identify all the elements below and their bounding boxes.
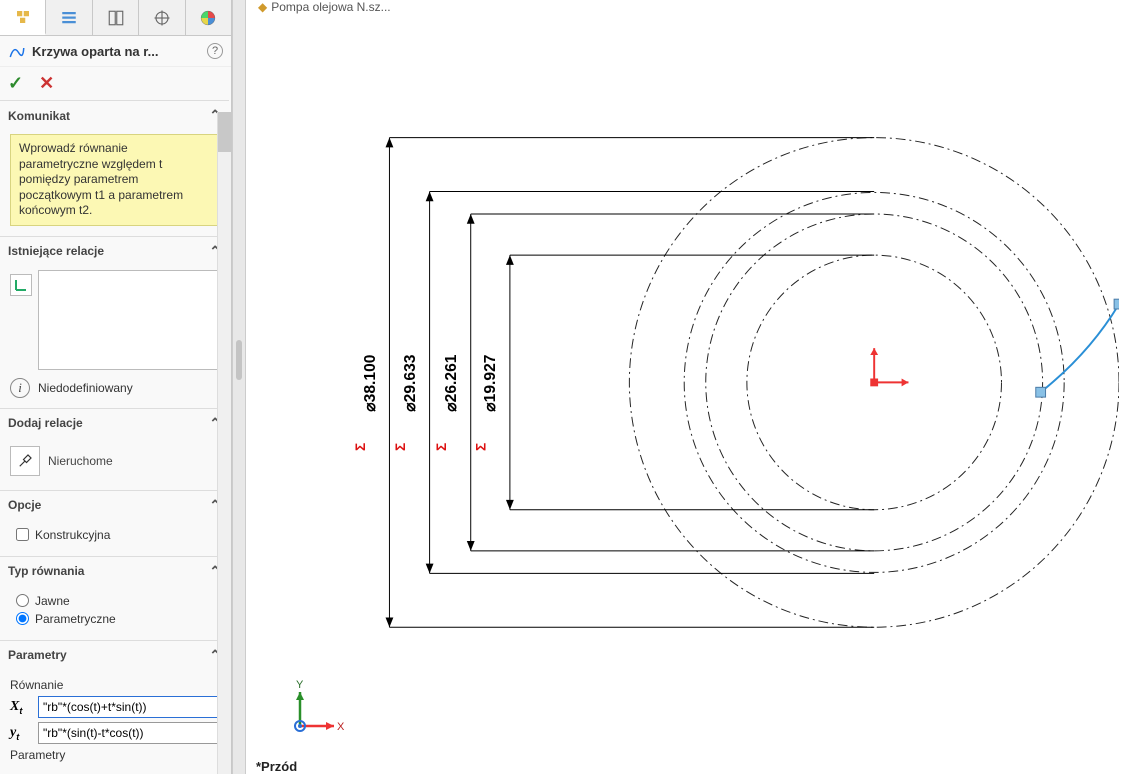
- section-head-params[interactable]: Parametry ⌃: [0, 641, 229, 670]
- help-icon[interactable]: ?: [207, 43, 223, 59]
- definition-status: Niedodefiniowany: [38, 381, 133, 395]
- x-equation-input[interactable]: [38, 696, 219, 718]
- tab-config-mgr[interactable]: [93, 0, 139, 35]
- explicit-label[interactable]: Jawne: [35, 594, 70, 608]
- tab-appearance[interactable]: [186, 0, 231, 35]
- panel-title: Krzywa oparta na r...: [32, 44, 207, 59]
- y-equation-input[interactable]: [38, 722, 219, 744]
- section-label: Parametry: [8, 648, 67, 662]
- dimension-d2[interactable]: ⌀29.633 Σ: [393, 191, 433, 573]
- existing-relations-list[interactable]: [38, 270, 219, 370]
- section-head-existing[interactable]: Istniejące relacje ⌃: [0, 237, 229, 266]
- dimension-d4[interactable]: ⌀19.927 Σ: [473, 255, 513, 510]
- panel-splitter[interactable]: [232, 0, 246, 774]
- fix-relation-label: Nieruchome: [48, 454, 113, 468]
- sketch-view: ⌀38.100 Σ ⌀29.633 Σ ⌀26.261 Σ: [316, 110, 1119, 694]
- curve-equation-icon: [8, 42, 26, 60]
- svg-text:⌀29.633: ⌀29.633: [402, 354, 419, 412]
- svg-text:Σ: Σ: [473, 443, 488, 451]
- section-eq-type: Typ równania ⌃ Jawne Parametryczne: [0, 556, 229, 640]
- relation-type-icon: [10, 274, 32, 296]
- equation-curve[interactable]: [1036, 299, 1119, 397]
- section-label: Istniejące relacje: [8, 244, 104, 258]
- part-icon: ◆: [258, 0, 267, 14]
- document-title: ◆ Pompa olejowa N.sz...: [258, 0, 391, 14]
- parametric-radio[interactable]: [16, 612, 29, 625]
- svg-text:Σ: Σ: [353, 443, 368, 451]
- dimension-d1[interactable]: ⌀38.100 Σ: [353, 138, 393, 628]
- view-name-label: *Przód: [256, 759, 297, 774]
- section-label: Komunikat: [8, 109, 70, 123]
- panel-title-row: Krzywa oparta na r... ?: [0, 36, 231, 67]
- sketch-origin: [870, 348, 908, 386]
- section-message: Komunikat ⌃ Wprowadź równanie parametryc…: [0, 100, 229, 236]
- construction-label[interactable]: Konstrukcyjna: [35, 528, 110, 542]
- fix-relation-button[interactable]: [10, 446, 40, 476]
- dimension-d3[interactable]: ⌀26.261 Σ: [434, 214, 474, 551]
- construction-checkbox[interactable]: [16, 528, 29, 541]
- svg-text:⌀38.100: ⌀38.100: [362, 354, 379, 412]
- tab-feature-tree[interactable]: [0, 0, 46, 35]
- svg-text:Σ: Σ: [393, 443, 408, 451]
- view-triad: X Y: [286, 680, 346, 740]
- section-options: Opcje ⌃ Konstrukcyjna: [0, 490, 229, 556]
- panel-scroll[interactable]: Komunikat ⌃ Wprowadź równanie parametryc…: [0, 100, 231, 774]
- svg-text:Σ: Σ: [434, 443, 449, 451]
- tab-property-mgr[interactable]: [46, 0, 92, 35]
- panel-scrollbar[interactable]: [217, 112, 231, 774]
- section-label: Dodaj relacje: [8, 416, 83, 430]
- panel-actions: ✓ ✕: [0, 67, 231, 100]
- info-icon: i: [10, 378, 30, 398]
- section-head-message[interactable]: Komunikat ⌃: [0, 101, 229, 130]
- section-head-options[interactable]: Opcje ⌃: [0, 491, 229, 520]
- graphics-viewport[interactable]: ◆ Pompa olejowa N.sz...: [246, 0, 1129, 774]
- message-box: Wprowadź równanie parametryczne względem…: [10, 134, 219, 226]
- property-panel: Krzywa oparta na r... ? ✓ ✕ Komunikat ⌃ …: [0, 0, 232, 774]
- section-label: Opcje: [8, 498, 41, 512]
- svg-text:Y: Y: [296, 680, 304, 691]
- section-label: Typ równania: [8, 564, 84, 578]
- section-head-eq-type[interactable]: Typ równania ⌃: [0, 557, 229, 586]
- section-head-add-rel[interactable]: Dodaj relacje ⌃: [0, 409, 229, 438]
- scrollbar-thumb[interactable]: [218, 112, 231, 152]
- panel-tabs: [0, 0, 231, 36]
- svg-text:⌀19.927: ⌀19.927: [482, 354, 499, 412]
- section-add-rel: Dodaj relacje ⌃ Nieruchome: [0, 408, 229, 490]
- accept-button[interactable]: ✓: [8, 73, 23, 94]
- parametric-label[interactable]: Parametryczne: [35, 612, 116, 626]
- explicit-radio[interactable]: [16, 594, 29, 607]
- equation-label: Równanie: [10, 678, 219, 692]
- svg-text:X: X: [337, 721, 345, 733]
- cancel-button[interactable]: ✕: [39, 73, 54, 94]
- section-existing-rel: Istniejące relacje ⌃ i Niedodefiniowany: [0, 236, 229, 408]
- params-sublabel: Parametry: [10, 748, 219, 762]
- x-param-label: Xt: [10, 699, 32, 716]
- section-params: Parametry ⌃ Równanie Xt yt Parametry: [0, 640, 229, 774]
- tab-dimxpert[interactable]: [139, 0, 185, 35]
- svg-text:⌀26.261: ⌀26.261: [443, 354, 460, 412]
- y-param-label: yt: [10, 725, 32, 742]
